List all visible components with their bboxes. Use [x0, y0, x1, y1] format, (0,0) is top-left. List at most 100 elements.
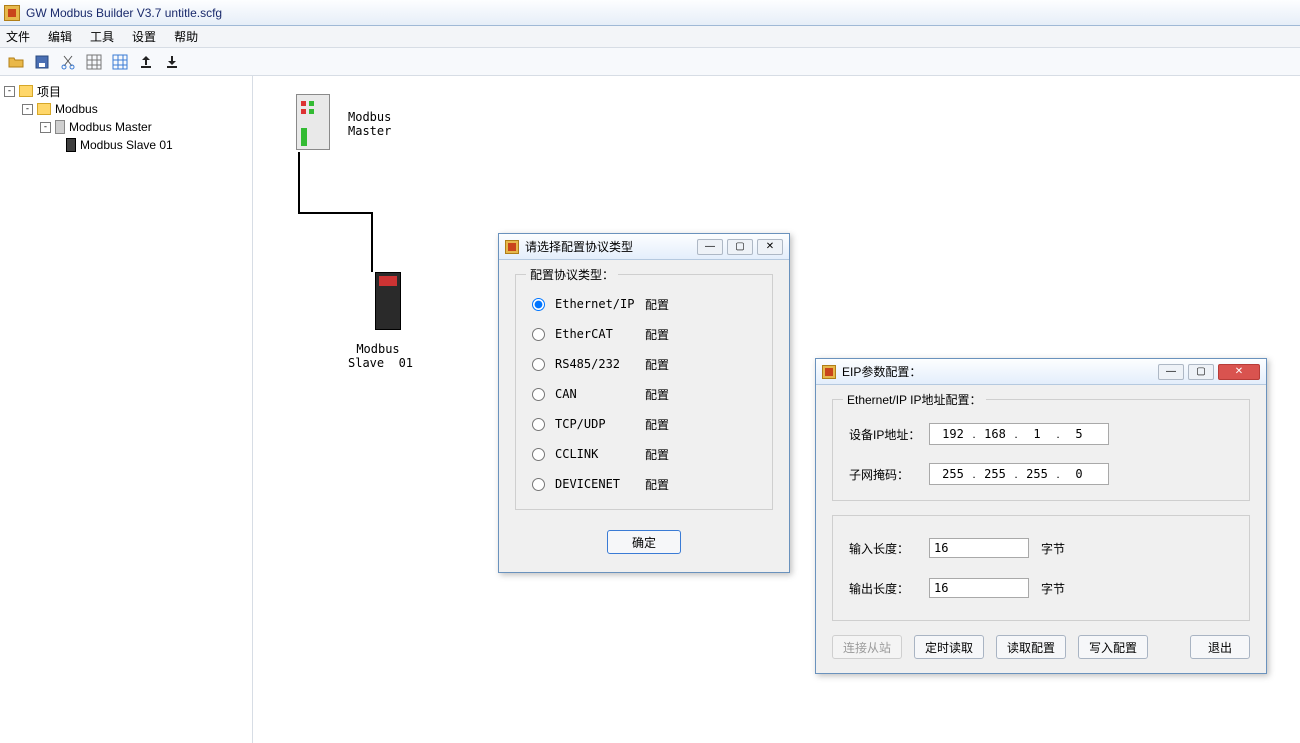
protocol-option-rs485-232[interactable]: RS485/232 配置 — [532, 349, 756, 379]
upload-icon[interactable] — [136, 52, 156, 72]
app-icon — [4, 5, 20, 21]
protocol-group: 配置协议类型： Ethernet/IP配置EtherCAT配置RS485/232… — [515, 274, 773, 510]
ip-group-title: Ethernet/IP IP地址配置： — [843, 391, 986, 408]
grid2-icon[interactable] — [110, 52, 130, 72]
master-device-graphic — [296, 94, 330, 150]
tree-modbus-label: Modbus — [55, 102, 98, 116]
eip-dialog-body: Ethernet/IP IP地址配置： 设备IP地址： . . . 子网掩码： … — [816, 385, 1266, 673]
protocol-suffix: 配置 — [645, 476, 669, 493]
node-slave[interactable] — [353, 272, 423, 330]
mask-oct-4[interactable] — [1062, 466, 1096, 482]
protocol-option-can[interactable]: CAN 配置 — [532, 379, 756, 409]
protocol-suffix: 配置 — [645, 326, 669, 343]
mask-oct-3[interactable] — [1020, 466, 1054, 482]
out-len-label: 输出长度： — [849, 580, 929, 597]
protocol-name: CAN — [555, 387, 635, 401]
protocol-name: CCLINK — [555, 447, 635, 461]
collapse-icon[interactable]: - — [4, 86, 15, 97]
in-len-input[interactable] — [929, 538, 1029, 558]
radio-1[interactable] — [532, 328, 545, 341]
cut-icon[interactable] — [58, 52, 78, 72]
out-len-row: 输出长度： 字节 — [849, 568, 1233, 608]
ip-oct-4[interactable] — [1062, 426, 1096, 442]
dialog-icon — [505, 240, 519, 254]
mask-row: 子网掩码： . . . — [849, 454, 1233, 494]
minimize-button[interactable]: — — [697, 239, 723, 255]
tree-slave[interactable]: Modbus Slave 01 — [4, 136, 248, 154]
length-group: 输入长度： 字节 输出长度： 字节 — [832, 515, 1250, 621]
mask-input[interactable]: . . . — [929, 463, 1109, 485]
close-button[interactable]: ✕ — [757, 239, 783, 255]
download-icon[interactable] — [162, 52, 182, 72]
menu-settings[interactable]: 设置 — [132, 28, 156, 45]
eip-dialog-title-bar[interactable]: EIP参数配置： — ▢ ✕ — [816, 359, 1266, 385]
wire-vertical-2 — [371, 212, 373, 272]
tree-panel: - 项目 - Modbus - Modbus Master Modbus Sla… — [0, 76, 253, 743]
open-icon[interactable] — [6, 52, 26, 72]
eip-button-row: 连接从站 定时读取 读取配置 写入配置 退出 — [832, 635, 1250, 659]
protocol-group-title: 配置协议类型： — [526, 266, 618, 283]
folder-icon — [19, 85, 33, 97]
master-device-icon — [55, 120, 65, 134]
wire-vertical — [298, 152, 300, 212]
mask-label: 子网掩码： — [849, 466, 929, 483]
ip-group: Ethernet/IP IP地址配置： 设备IP地址： . . . 子网掩码： … — [832, 399, 1250, 501]
minimize-button[interactable]: — — [1158, 364, 1184, 380]
protocol-suffix: 配置 — [645, 386, 669, 403]
menu-file[interactable]: 文件 — [6, 28, 30, 45]
out-len-input[interactable] — [929, 578, 1029, 598]
collapse-icon[interactable]: - — [40, 122, 51, 133]
protocol-suffix: 配置 — [645, 356, 669, 373]
protocol-option-ethernet-ip[interactable]: Ethernet/IP配置 — [532, 289, 756, 319]
in-len-row: 输入长度： 字节 — [849, 528, 1233, 568]
ip-row: 设备IP地址： . . . — [849, 414, 1233, 454]
menu-tool[interactable]: 工具 — [90, 28, 114, 45]
exit-button[interactable]: 退出 — [1190, 635, 1250, 659]
radio-0[interactable] — [532, 298, 545, 311]
radio-2[interactable] — [532, 358, 545, 371]
connect-button[interactable]: 连接从站 — [832, 635, 902, 659]
tree-modbus[interactable]: - Modbus — [4, 100, 248, 118]
tree-root[interactable]: - 项目 — [4, 82, 248, 100]
protocol-dialog: 请选择配置协议类型 — ▢ ✕ 配置协议类型： Ethernet/IP配置Eth… — [498, 233, 790, 573]
radio-4[interactable] — [532, 418, 545, 431]
protocol-name: TCP/UDP — [555, 417, 635, 431]
tree-master[interactable]: - Modbus Master — [4, 118, 248, 136]
read-config-button[interactable]: 读取配置 — [996, 635, 1066, 659]
ok-button[interactable]: 确定 — [607, 530, 681, 554]
slave-device-graphic — [375, 272, 401, 330]
node-master[interactable] — [278, 94, 348, 150]
save-icon[interactable] — [32, 52, 52, 72]
ip-input[interactable]: . . . — [929, 423, 1109, 445]
in-len-label: 输入长度： — [849, 540, 929, 557]
maximize-button[interactable]: ▢ — [1188, 364, 1214, 380]
radio-5[interactable] — [532, 448, 545, 461]
protocol-dialog-title-bar[interactable]: 请选择配置协议类型 — ▢ ✕ — [499, 234, 789, 260]
mask-oct-2[interactable] — [978, 466, 1012, 482]
eip-dialog: EIP参数配置： — ▢ ✕ Ethernet/IP IP地址配置： 设备IP地… — [815, 358, 1267, 674]
ip-oct-2[interactable] — [978, 426, 1012, 442]
protocol-dialog-body: 配置协议类型： Ethernet/IP配置EtherCAT配置RS485/232… — [499, 260, 789, 572]
protocol-option-cclink[interactable]: CCLINK 配置 — [532, 439, 756, 469]
write-config-button[interactable]: 写入配置 — [1078, 635, 1148, 659]
collapse-icon[interactable]: - — [22, 104, 33, 115]
maximize-button[interactable]: ▢ — [727, 239, 753, 255]
grid1-icon[interactable] — [84, 52, 104, 72]
protocol-option-tcp-udp[interactable]: TCP/UDP配置 — [532, 409, 756, 439]
ip-oct-3[interactable] — [1020, 426, 1054, 442]
radio-3[interactable] — [532, 388, 545, 401]
protocol-suffix: 配置 — [645, 446, 669, 463]
menu-edit[interactable]: 编辑 — [48, 28, 72, 45]
protocol-name: RS485/232 — [555, 357, 635, 371]
timed-read-button[interactable]: 定时读取 — [914, 635, 984, 659]
radio-6[interactable] — [532, 478, 545, 491]
close-button[interactable]: ✕ — [1218, 364, 1260, 380]
protocol-suffix: 配置 — [645, 296, 669, 313]
ip-oct-1[interactable] — [936, 426, 970, 442]
protocol-option-devicenet[interactable]: DEVICENET配置 — [532, 469, 756, 499]
node-master-label: Modbus Master — [348, 110, 391, 138]
menu-help[interactable]: 帮助 — [174, 28, 198, 45]
protocol-option-ethercat[interactable]: EtherCAT配置 — [532, 319, 756, 349]
mask-oct-1[interactable] — [936, 466, 970, 482]
tool-bar — [0, 48, 1300, 76]
